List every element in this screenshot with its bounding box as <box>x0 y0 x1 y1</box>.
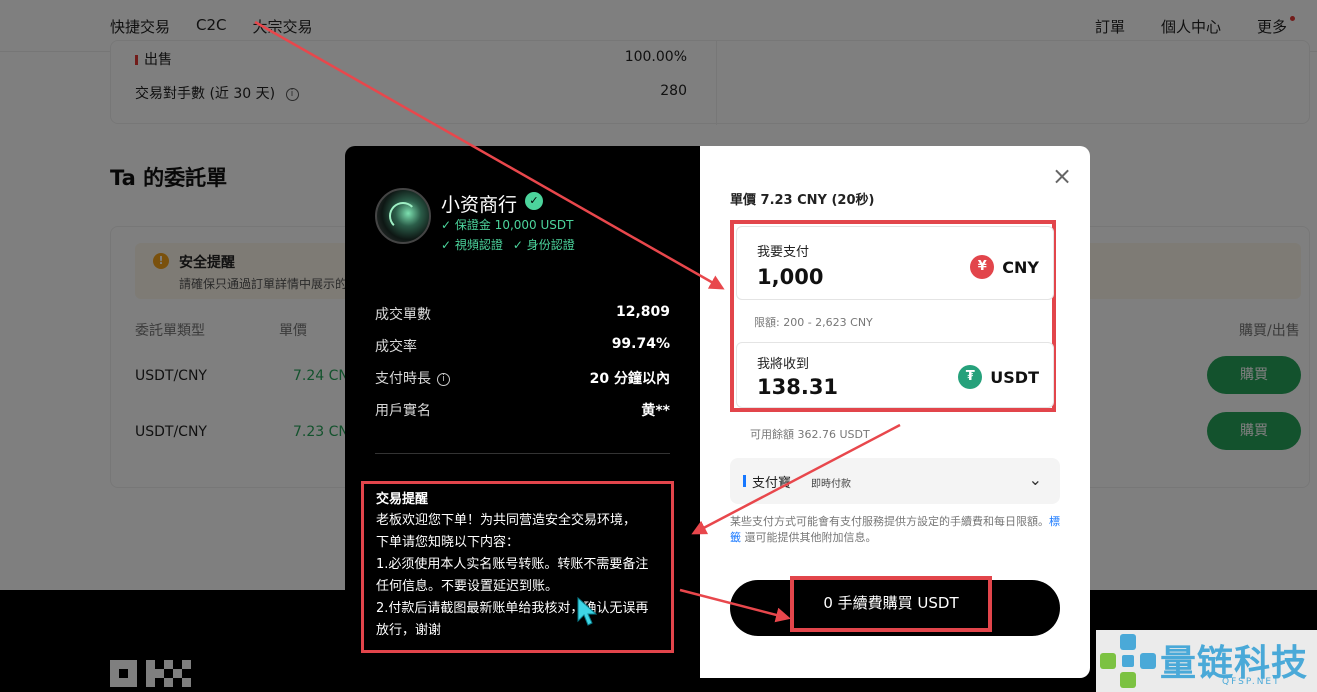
method-color-bar <box>743 475 746 487</box>
buy-button-highlight: 0 手續費購買 USDT <box>790 576 992 632</box>
avatar <box>375 188 431 244</box>
receive-amount-input[interactable]: 138.31 <box>757 375 838 399</box>
reminder-line: 1.必须使用本人实名账号转账。转账不需要备注 <box>376 557 649 572</box>
payment-method-tag: 即時付款 <box>811 479 851 490</box>
reminder-title: 交易提醒 <box>376 492 429 507</box>
receive-amount-field[interactable]: 我將收到 138.31 ₮ USDT <box>736 342 1054 408</box>
cert-id: ✓ 身份認證 <box>512 238 575 252</box>
close-icon[interactable]: × <box>1050 164 1074 188</box>
reminder-line: 2.付款后请截图最新账单给我核对，确认无误再 <box>376 601 649 616</box>
limit-text: 限額: 200 - 2,623 CNY <box>754 316 873 329</box>
cert-video: ✓ 視頻認證 <box>441 238 503 252</box>
reminder-line: 放行，谢谢 <box>376 623 442 638</box>
available-balance: 可用餘額 362.76 USDT <box>750 428 870 441</box>
payment-method-name: 支付寶 <box>752 476 792 491</box>
stat-real-name: 用戶實名 黄** <box>375 403 670 419</box>
buy-usdt-button[interactable]: 0 手續費購買 USDT <box>730 576 1060 636</box>
pay-amount-field[interactable]: 我要支付 1,000 ¥ CNY <box>736 226 1054 300</box>
verified-badge-icon: ✓ <box>525 192 543 210</box>
stat-payment-time: 支付時長 i 20 分鐘以內 <box>375 371 670 387</box>
reminder-body: 老板欢迎您下单！为共同营造安全交易环境， 下单请您知晓以下内容： 1.必须使用本… <box>376 510 668 642</box>
chevron-down-icon[interactable]: ⌄ <box>1029 470 1042 489</box>
pay-currency: ¥ CNY <box>970 255 1039 279</box>
buy-usdt-label: 0 手續費購買 USDT <box>823 594 959 612</box>
amount-highlight-box: 我要支付 1,000 ¥ CNY 限額: 200 - 2,623 CNY 我將收… <box>730 220 1056 412</box>
receive-label: 我將收到 <box>757 357 810 372</box>
reminder-line: 下单请您知晓以下内容： <box>376 535 520 550</box>
unit-price: 單價 7.23 CNY (20秒) <box>730 193 875 208</box>
pay-label: 我要支付 <box>757 245 810 260</box>
payment-method-select[interactable]: 支付寶 即時付款 ⌄ <box>730 458 1060 504</box>
tether-coin-icon: ₮ <box>958 365 983 389</box>
watermark-logo-icon <box>1100 634 1156 688</box>
stat-orders: 成交單數 12,809 <box>375 304 670 323</box>
fee-disclaimer: 某些支付方式可能會有支付服務提供方設定的手續費和每日限額。標籤 還可能提供其他附… <box>730 515 1060 544</box>
buy-modal: 小资商行 ✓ ✓ 保證金 10,000 USDT ✓ 視頻認證 ✓ 身份認證 成… <box>345 146 1090 678</box>
certifications: ✓ 視頻認證 ✓ 身份認證 <box>441 236 575 253</box>
reminder-line: 老板欢迎您下单！为共同营造安全交易环境， <box>376 513 637 528</box>
info-circle-icon[interactable]: i <box>437 372 450 386</box>
trade-panel: × 單價 7.23 CNY (20秒) 我要支付 1,000 ¥ CNY 限額:… <box>700 146 1090 678</box>
trade-reminder: 交易提醒 老板欢迎您下单！为共同营造安全交易环境， 下单请您知晓以下内容： 1.… <box>361 481 674 653</box>
watermark-sub: QFSP.NET <box>1222 677 1281 687</box>
watermark: 量链科技 QFSP.NET <box>1096 630 1317 692</box>
pay-amount-input[interactable]: 1,000 <box>757 265 823 289</box>
divider <box>375 453 670 454</box>
stat-completion-rate: 成交率 99.74% <box>375 336 670 355</box>
receive-currency: ₮ USDT <box>958 365 1039 389</box>
yuan-coin-icon: ¥ <box>970 255 995 279</box>
reminder-line: 任何信息。不要设置延迟到账。 <box>376 579 559 594</box>
mouse-cursor-icon <box>577 597 597 626</box>
deposit-badge: ✓ 保證金 10,000 USDT <box>441 218 574 232</box>
merchant-name[interactable]: 小资商行 <box>441 190 517 217</box>
merchant-panel: 小资商行 ✓ ✓ 保證金 10,000 USDT ✓ 視頻認證 ✓ 身份認證 成… <box>345 146 700 678</box>
